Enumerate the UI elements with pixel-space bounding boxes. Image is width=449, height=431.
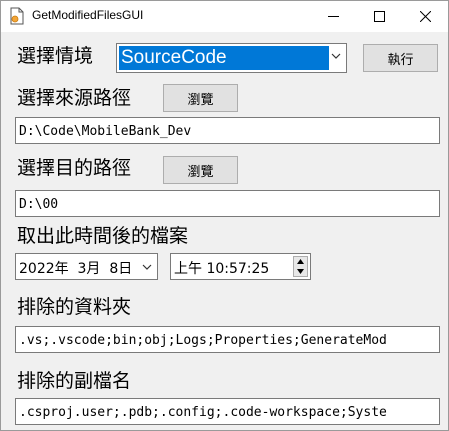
main-window: GetModifiedFilesGUI 選擇情境 SourceCode 執行 選… xyxy=(0,0,449,431)
exclude-extensions-input[interactable]: .csproj.user;.pdb;.config;.code-workspac… xyxy=(15,398,440,425)
source-path-label: 選擇來源路徑 xyxy=(17,87,132,109)
minimize-button[interactable] xyxy=(310,1,356,32)
exclude-folders-label: 排除的資料夾 xyxy=(17,296,132,318)
time-value: 上午 10:57:25 xyxy=(174,261,270,277)
close-icon xyxy=(419,11,431,22)
chevron-down-icon xyxy=(142,264,152,270)
maximize-icon xyxy=(373,11,385,22)
source-path-input[interactable]: D:\Code\MobileBank_Dev xyxy=(15,117,440,144)
target-path-input[interactable]: D:\00 xyxy=(15,190,440,217)
browse-target-button[interactable]: 瀏覽 xyxy=(163,156,238,184)
spin-down-icon[interactable] xyxy=(297,269,304,274)
date-value: 2022年 3月 8日 xyxy=(19,261,133,277)
run-button[interactable]: 執行 xyxy=(363,44,438,72)
window-title: GetModifiedFilesGUI xyxy=(32,8,144,22)
title-bar: GetModifiedFilesGUI xyxy=(1,1,448,32)
time-spinner[interactable] xyxy=(293,256,308,277)
time-picker[interactable]: 上午 10:57:25 xyxy=(170,253,311,280)
date-picker[interactable]: 2022年 3月 8日 xyxy=(15,253,158,280)
maximize-button[interactable] xyxy=(356,1,402,32)
chevron-down-icon xyxy=(331,53,341,59)
minimize-icon xyxy=(327,16,339,17)
close-button[interactable] xyxy=(402,1,448,32)
spin-up-icon[interactable] xyxy=(297,259,304,264)
scenario-select[interactable]: SourceCode xyxy=(116,43,347,73)
since-time-label: 取出此時間後的檔案 xyxy=(17,225,189,247)
scenario-label: 選擇情境 xyxy=(17,45,94,67)
target-path-label: 選擇目的路徑 xyxy=(17,157,132,179)
exclude-extensions-label: 排除的副檔名 xyxy=(17,370,132,392)
file-icon xyxy=(10,7,24,25)
exclude-folders-input[interactable]: .vs;.vscode;bin;obj;Logs;Properties;Gene… xyxy=(15,326,440,353)
scenario-selected-value: SourceCode xyxy=(119,46,329,70)
browse-source-button[interactable]: 瀏覽 xyxy=(163,84,238,112)
